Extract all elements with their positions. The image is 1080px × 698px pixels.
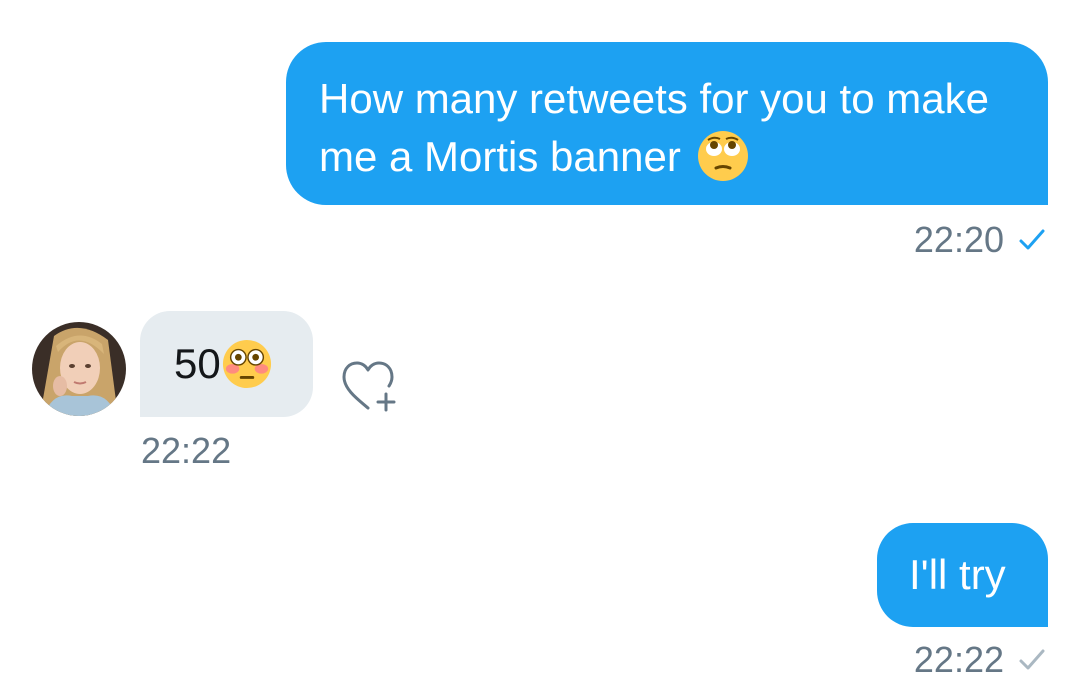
heart-plus-icon[interactable] (338, 358, 400, 414)
message-meta: 22:20 (914, 218, 1048, 262)
timestamp: 22:22 (141, 430, 232, 471)
message-bubble-received[interactable]: 50 (140, 311, 313, 417)
message-text: I'll try (909, 551, 1006, 598)
message-text: 50 (174, 340, 221, 387)
flushed-face-icon (222, 339, 271, 389)
avatar-photo (32, 322, 126, 416)
message-meta: 22:22 (914, 638, 1048, 682)
timestamp: 22:22 (913, 639, 1004, 680)
timestamp: 22:20 (913, 219, 1004, 260)
face-with-rolling-eyes-icon (697, 130, 748, 181)
message-text: How many retweets for you to make me a M… (319, 75, 989, 180)
message-bubble-sent[interactable]: How many retweets for you to make me a M… (286, 42, 1048, 205)
message-bubble-sent[interactable]: I'll try (877, 523, 1048, 627)
sent-check-icon (1019, 649, 1045, 670)
read-check-icon (1019, 229, 1045, 250)
avatar[interactable] (32, 322, 126, 416)
